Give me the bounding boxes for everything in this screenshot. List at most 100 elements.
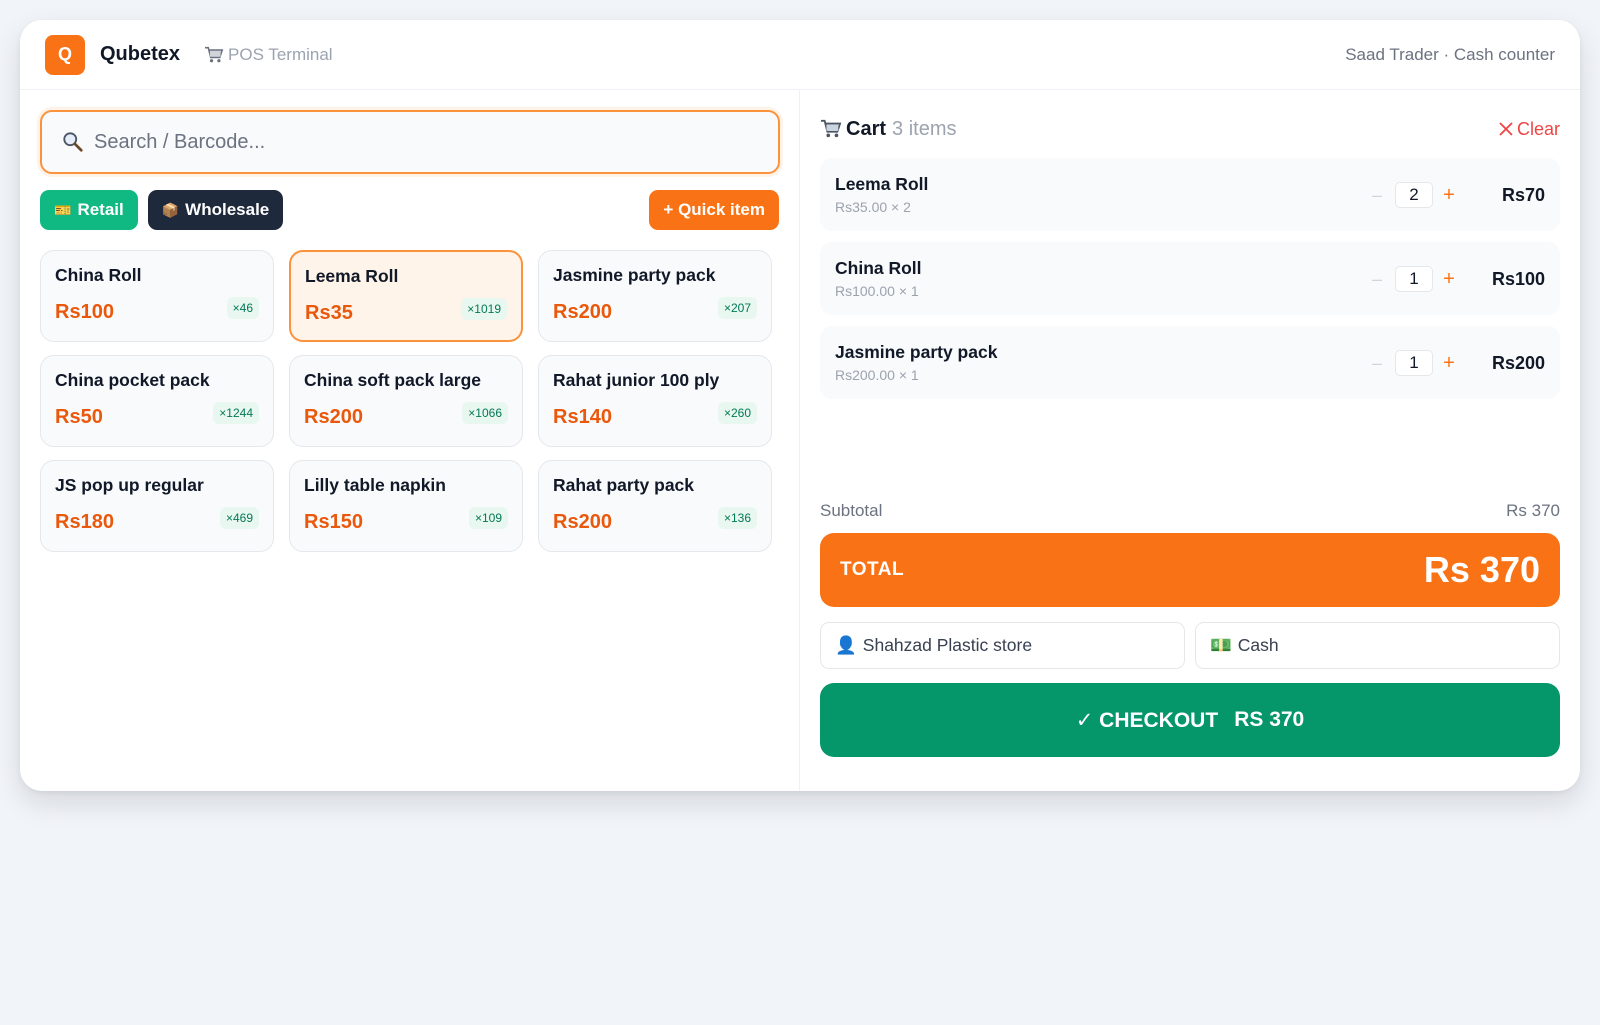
product-card[interactable]: Jasmine party pack Rs200 ×207	[538, 250, 772, 342]
product-name: China pocket pack	[55, 370, 210, 390]
product-price: Rs200	[553, 511, 612, 533]
product-price: Rs100	[55, 301, 114, 323]
terminal-label: POS Terminal	[204, 45, 333, 65]
payment-select[interactable]: 💵 Cash	[1195, 622, 1560, 669]
decrease-qty-button[interactable]: –	[1367, 269, 1387, 290]
qty-value[interactable]: 1	[1395, 266, 1433, 292]
total-value: Rs 370	[1423, 549, 1540, 590]
increase-qty-button[interactable]: +	[1441, 268, 1457, 291]
retail-label: Retail	[77, 200, 124, 219]
cash-icon: 💵	[1210, 635, 1232, 655]
product-name: Leema Roll	[305, 266, 399, 286]
stock-badge: ×1019	[461, 298, 507, 320]
cart-panel: Cart 3 items Clear Leema Roll Rs35.00 × …	[800, 90, 1580, 791]
line-total: Rs200	[1491, 353, 1545, 373]
stock-badge: ×469	[219, 507, 259, 529]
product-name: Rahat party pack	[553, 475, 695, 495]
cart-title: Cart	[846, 117, 887, 140]
retail-button[interactable]: 🎫 Retail	[40, 190, 138, 230]
mode-row: 🎫 Retail 📦 Wholesale + Quick item	[40, 190, 779, 230]
qty-value[interactable]: 2	[1395, 182, 1433, 208]
cart-header: Cart 3 items Clear	[820, 115, 1560, 143]
store-label: Saad Trader · Cash counter	[1345, 44, 1555, 64]
checkout-label: ✓ CHECKOUT	[1075, 708, 1219, 732]
clear-cart-button[interactable]: Clear	[1499, 119, 1560, 140]
product-name: Jasmine party pack	[553, 265, 716, 285]
quantity-stepper: – 1 +	[1367, 266, 1457, 292]
product-grid: China Roll Rs100 ×46 Leema Roll Rs35 ×10…	[40, 250, 779, 552]
product-price: Rs35	[305, 302, 353, 324]
cart-item: China Roll Rs100.00 × 1 – 1 + Rs100	[820, 242, 1560, 315]
product-price: Rs150	[304, 511, 363, 533]
wholesale-label: Wholesale	[185, 200, 270, 219]
product-price: Rs200	[553, 301, 612, 323]
product-name: Rahat junior 100 ply	[553, 370, 720, 390]
product-name: China Roll	[55, 265, 142, 285]
stock-badge: ×1244	[213, 402, 259, 424]
checkout-options: 👤 Shahzad Plastic store 💵 Cash	[820, 622, 1560, 669]
cart-count: 3 items	[892, 117, 957, 140]
stock-badge: ×1066	[462, 402, 508, 424]
quantity-stepper: – 2 +	[1367, 182, 1457, 208]
main-body: 🎫 Retail 📦 Wholesale + Quick item China …	[20, 90, 1580, 791]
stock-badge: ×207	[717, 297, 757, 319]
tag-icon: 🎫	[54, 201, 72, 218]
clear-label: Clear	[1516, 118, 1560, 139]
customer-select[interactable]: 👤 Shahzad Plastic store	[820, 622, 1185, 669]
product-card[interactable]: Lilly table napkin Rs150 ×109	[289, 460, 523, 552]
decrease-qty-button[interactable]: –	[1367, 353, 1387, 374]
stock-badge: ×136	[717, 507, 757, 529]
terminal-text: POS Terminal	[228, 44, 333, 64]
stock-badge: ×260	[717, 402, 757, 424]
app-header: Q Qubetex POS Terminal Saad Trader · Cas…	[20, 20, 1580, 90]
product-price: Rs140	[553, 406, 612, 428]
package-icon: 📦	[161, 201, 180, 218]
logo-icon: Q	[45, 34, 85, 75]
stock-badge: ×46	[226, 297, 259, 319]
products-panel: 🎫 Retail 📦 Wholesale + Quick item China …	[20, 90, 800, 791]
product-card[interactable]: Rahat party pack Rs200 ×136	[538, 460, 772, 552]
increase-qty-button[interactable]: +	[1441, 352, 1457, 375]
cart-item: Jasmine party pack Rs200.00 × 1 – 1 + Rs…	[820, 326, 1560, 399]
quick-item-button[interactable]: + Quick item	[649, 190, 779, 230]
wholesale-button[interactable]: 📦 Wholesale	[147, 190, 284, 230]
payment-value: Cash	[1237, 635, 1279, 655]
checkout-amount: RS 370	[1234, 708, 1305, 731]
user-icon: 👤	[835, 635, 857, 655]
quantity-stepper: – 1 +	[1367, 350, 1457, 376]
cart-icon	[205, 46, 224, 62]
customer-value: Shahzad Plastic store	[862, 635, 1033, 655]
product-price: Rs180	[55, 511, 114, 533]
subtotal-row: Subtotal Rs 370	[820, 501, 1560, 521]
product-card[interactable]: China soft pack large Rs200 ×1066	[289, 355, 523, 447]
product-card[interactable]: China Roll Rs100 ×46	[40, 250, 274, 342]
total-bar: TOTAL Rs 370	[820, 533, 1560, 607]
decrease-qty-button[interactable]: –	[1367, 185, 1387, 206]
product-card[interactable]: China pocket pack Rs50 ×1244	[40, 355, 274, 447]
line-total: Rs70	[1501, 185, 1545, 205]
checkout-button[interactable]: ✓ CHECKOUT RS 370	[820, 683, 1560, 757]
brand-name: Qubetex	[100, 43, 181, 65]
search-input[interactable]	[94, 130, 758, 154]
pos-app: Q Qubetex POS Terminal Saad Trader · Cas…	[20, 20, 1580, 791]
product-name: JS pop up regular	[55, 475, 204, 495]
product-price: Rs200	[304, 406, 363, 428]
subtotal-value: Rs 370	[1506, 501, 1560, 520]
search-icon	[63, 132, 83, 152]
product-card[interactable]: JS pop up regular Rs180 ×469	[40, 460, 274, 552]
total-label: TOTAL	[840, 559, 905, 580]
search-box[interactable]	[40, 110, 780, 174]
product-price: Rs50	[55, 406, 103, 428]
cart-item: Leema Roll Rs35.00 × 2 – 2 + Rs70	[820, 158, 1560, 231]
qty-value[interactable]: 1	[1395, 350, 1433, 376]
cart-list: Leema Roll Rs35.00 × 2 – 2 + Rs70 China …	[820, 158, 1560, 399]
line-total: Rs100	[1491, 269, 1545, 289]
product-card-selected[interactable]: Leema Roll Rs35 ×1019	[289, 250, 523, 342]
product-name: China soft pack large	[304, 370, 481, 390]
product-name: Lilly table napkin	[304, 475, 446, 495]
increase-qty-button[interactable]: +	[1441, 184, 1457, 207]
cart-icon	[821, 119, 842, 138]
subtotal-label: Subtotal	[820, 501, 883, 520]
close-icon	[1499, 122, 1513, 136]
product-card[interactable]: Rahat junior 100 ply Rs140 ×260	[538, 355, 772, 447]
